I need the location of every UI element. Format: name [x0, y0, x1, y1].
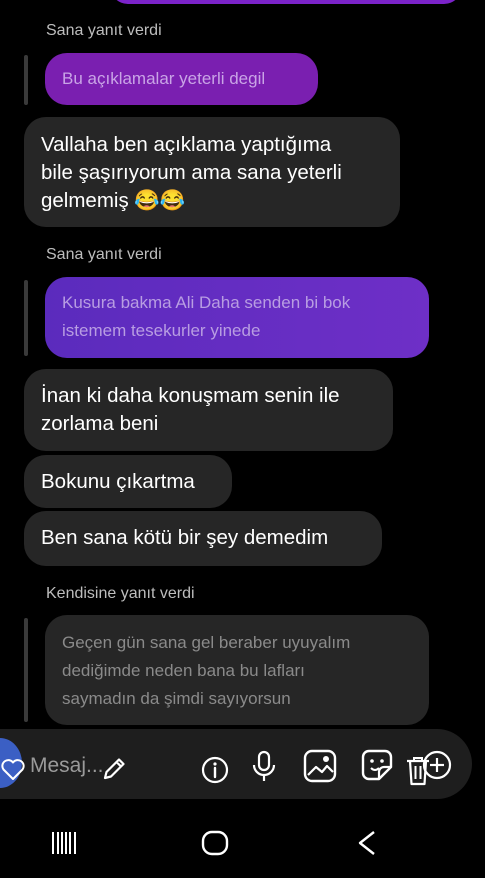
- home-icon[interactable]: [200, 830, 230, 856]
- previous-sent-bubble-edge: [110, 0, 462, 4]
- reply-quote-bar: [24, 618, 28, 722]
- reply-header: Sana yanıt verdi: [46, 22, 162, 39]
- pencil-icon[interactable]: [100, 755, 128, 783]
- reply-quote-bar: [24, 280, 28, 356]
- info-icon[interactable]: [200, 755, 230, 785]
- quoted-message[interactable]: Kusura bakma Ali Daha senden bi bok iste…: [45, 277, 429, 358]
- microphone-icon[interactable]: [250, 750, 278, 784]
- reply-quote-bar: [24, 55, 28, 105]
- gallery-icon[interactable]: [302, 748, 338, 784]
- received-message[interactable]: Vallaha ben açıklama yaptığıma bile şaşı…: [24, 117, 400, 227]
- reply-header: Kendisine yanıt verdi: [46, 585, 195, 602]
- received-message[interactable]: Bokunu çıkartma: [24, 455, 232, 508]
- quoted-message[interactable]: Geçen gün sana gel beraber uyuyalım dedi…: [45, 615, 429, 725]
- quoted-message[interactable]: Bu açıklamalar yeterli degil: [45, 53, 318, 105]
- plus-circle-icon[interactable]: [421, 749, 453, 781]
- received-message[interactable]: İnan ki daha konuşmam senin ile zorlama …: [24, 369, 393, 451]
- message-input[interactable]: [30, 751, 110, 781]
- received-message[interactable]: Ben sana kötü bir şey demedim: [24, 511, 382, 566]
- sticker-icon[interactable]: [360, 748, 394, 782]
- heart-icon[interactable]: [0, 758, 26, 782]
- reply-header: Sana yanıt verdi: [46, 246, 162, 263]
- recent-apps-icon[interactable]: [51, 830, 77, 856]
- back-icon[interactable]: [355, 830, 379, 856]
